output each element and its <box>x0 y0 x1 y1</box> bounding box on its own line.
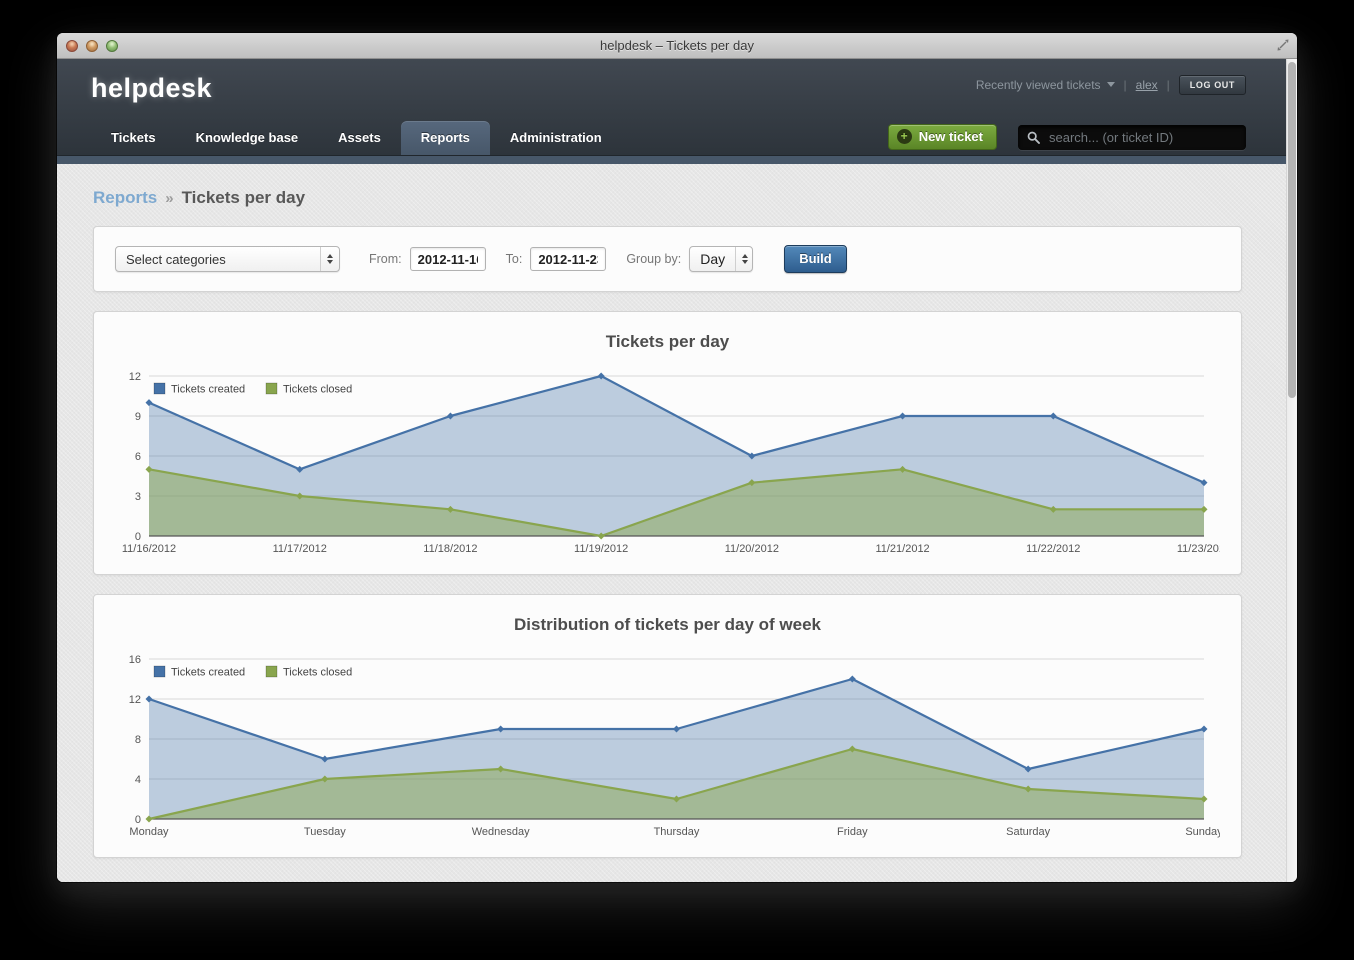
new-ticket-label: New ticket <box>918 129 983 144</box>
select-arrows-icon <box>735 247 754 271</box>
svg-text:Sunday: Sunday <box>1185 826 1220 838</box>
categories-select-value: Select categories <box>126 251 226 267</box>
close-button[interactable] <box>66 39 78 52</box>
svg-text:12: 12 <box>128 371 140 383</box>
search-box[interactable] <box>1018 124 1246 150</box>
chart-distribution-per-weekday: Distribution of tickets per day of week … <box>93 594 1242 858</box>
tab-assets[interactable]: Assets <box>318 121 401 155</box>
to-date-input[interactable] <box>530 247 607 271</box>
scrollbar[interactable] <box>1286 59 1297 882</box>
minimize-button[interactable] <box>86 39 98 52</box>
svg-text:8: 8 <box>134 734 140 746</box>
svg-text:9: 9 <box>134 411 140 423</box>
svg-text:0: 0 <box>134 814 140 826</box>
to-label: To: <box>505 252 523 266</box>
svg-text:4: 4 <box>134 774 140 786</box>
svg-text:3: 3 <box>134 491 140 503</box>
svg-text:Thursday: Thursday <box>653 826 699 838</box>
breadcrumb-separator: » <box>165 190 174 207</box>
from-date-input[interactable] <box>409 247 486 271</box>
svg-text:11/20/2012: 11/20/2012 <box>724 543 778 555</box>
svg-text:Monday: Monday <box>129 826 169 838</box>
fullscreen-icon[interactable] <box>1276 38 1290 57</box>
maximize-button[interactable] <box>106 39 118 52</box>
username-link[interactable]: alex <box>1136 78 1158 92</box>
search-input[interactable] <box>1047 128 1237 146</box>
svg-text:6: 6 <box>134 451 140 463</box>
chevron-down-icon <box>1106 82 1115 87</box>
recently-viewed-menu[interactable]: Recently viewed tickets <box>976 78 1115 92</box>
scrollbar-thumb[interactable] <box>1288 62 1296 398</box>
svg-text:11/23/2012: 11/23/2012 <box>1176 543 1219 555</box>
window-controls <box>57 39 118 52</box>
svg-text:16: 16 <box>128 654 140 666</box>
svg-text:Friday: Friday <box>837 826 868 838</box>
active-section-strip <box>57 155 1286 164</box>
chart-title: Distribution of tickets per day of week <box>513 615 821 634</box>
meta-divider: | <box>1166 77 1170 92</box>
page-title: Tickets per day <box>181 188 306 207</box>
categories-select[interactable]: Select categories <box>115 246 340 272</box>
logout-button[interactable]: LOG OUT <box>1178 74 1246 95</box>
new-ticket-button[interactable]: + New ticket <box>887 124 997 150</box>
svg-text:11/17/2012: 11/17/2012 <box>272 543 326 555</box>
chart-canvas: 0 4 8 12 16 Monday Tuesday Wednesday Thursday Fri… <box>114 647 1221 843</box>
tab-administration[interactable]: Administration <box>490 121 622 155</box>
group-by-select[interactable]: Day <box>689 246 754 272</box>
svg-text:Wednesday: Wednesday <box>471 826 529 838</box>
chart-tickets-per-day: Tickets per day 0 3 6 9 12 11/16/2012 11/17/20… <box>93 311 1242 575</box>
main-nav: Tickets Knowledge base Assets Reports Ad… <box>91 121 622 155</box>
svg-text:11/22/2012: 11/22/2012 <box>1026 543 1080 555</box>
build-button[interactable]: Build <box>784 245 847 273</box>
app-header: helpdesk Recently viewed tickets | alex … <box>57 59 1286 155</box>
user-menu: Recently viewed tickets | alex | LOG OUT <box>976 74 1246 95</box>
breadcrumb: Reports » Tickets per day <box>93 188 1242 208</box>
chart-canvas: 0 3 6 9 12 11/16/2012 11/17/2012 11/18/2012 11/1… <box>114 364 1221 560</box>
window-title: helpdesk – Tickets per day <box>600 38 754 53</box>
svg-text:Tickets closed: Tickets closed <box>283 667 352 679</box>
meta-divider: | <box>1123 77 1127 92</box>
page-content: Reports » Tickets per day Select categor… <box>57 164 1286 882</box>
svg-text:11/19/2012: 11/19/2012 <box>574 543 628 555</box>
svg-text:Tickets created: Tickets created <box>171 384 245 396</box>
svg-text:0: 0 <box>134 531 140 543</box>
breadcrumb-reports-link[interactable]: Reports <box>93 188 157 208</box>
svg-text:11/18/2012: 11/18/2012 <box>423 543 477 555</box>
group-by-select-value: Day <box>700 251 726 267</box>
app-window: helpdesk – Tickets per day helpdesk Rece… <box>57 33 1297 882</box>
svg-text:Tuesday: Tuesday <box>303 826 345 838</box>
window-content: helpdesk Recently viewed tickets | alex … <box>57 59 1297 882</box>
svg-text:12: 12 <box>128 694 140 706</box>
svg-text:11/16/2012: 11/16/2012 <box>121 543 175 555</box>
svg-text:Tickets created: Tickets created <box>171 667 245 679</box>
select-arrows-icon <box>320 247 339 271</box>
tab-knowledge-base[interactable]: Knowledge base <box>176 121 319 155</box>
window-titlebar[interactable]: helpdesk – Tickets per day <box>57 33 1297 59</box>
group-by-label: Group by: <box>626 252 682 266</box>
report-filter-bar: Select categories From: To: Group by: Da… <box>93 226 1242 292</box>
app-logo[interactable]: helpdesk <box>91 73 212 104</box>
search-icon <box>1027 131 1040 144</box>
from-label: From: <box>369 252 402 266</box>
recently-viewed-label: Recently viewed tickets <box>975 77 1101 92</box>
svg-text:11/21/2012: 11/21/2012 <box>875 543 929 555</box>
plus-icon: + <box>896 129 912 144</box>
chart-title: Tickets per day <box>605 332 730 351</box>
svg-text:Tickets closed: Tickets closed <box>283 384 352 396</box>
tab-tickets[interactable]: Tickets <box>91 121 176 155</box>
tab-reports[interactable]: Reports <box>400 121 490 155</box>
svg-text:Saturday: Saturday <box>1006 826 1051 838</box>
